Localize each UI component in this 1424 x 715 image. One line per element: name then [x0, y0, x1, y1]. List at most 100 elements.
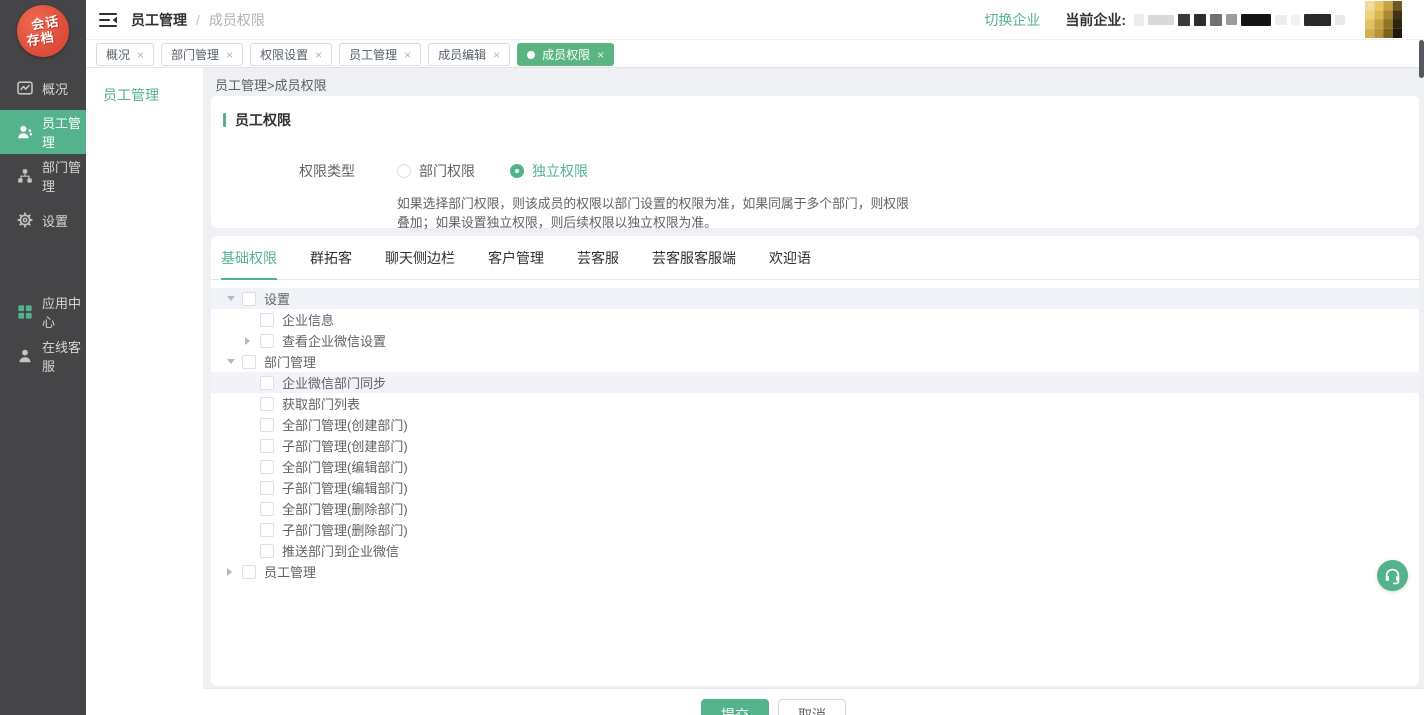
tree-checkbox[interactable]	[260, 313, 274, 327]
close-icon[interactable]: ×	[226, 49, 233, 61]
tree-row[interactable]: 部门管理	[211, 351, 1419, 372]
sidebar-item-online-support[interactable]: 在线客服	[0, 334, 86, 378]
tree-label: 全部门管理(编辑部门)	[282, 457, 408, 476]
tree-checkbox[interactable]	[260, 481, 274, 495]
help-line1: 如果选择部门权限，则该成员的权限以部门设置的权限为准，如果同属于多个部门，则权限	[397, 194, 1419, 213]
tree-label: 子部门管理(创建部门)	[282, 436, 408, 455]
tree-row[interactable]: 全部门管理(删除部门)	[211, 498, 1419, 519]
tree-row[interactable]: 全部门管理(创建部门)	[211, 414, 1419, 435]
secondary-sidebar-item-staff-management[interactable]: 员工管理	[86, 68, 203, 105]
permission-help-text: 如果选择部门权限，则该成员的权限以部门设置的权限为准，如果同属于多个部门，则权限…	[397, 194, 1419, 232]
tab-chip-department-management[interactable]: 部门管理×	[161, 43, 243, 66]
radio-label: 部门权限	[419, 161, 475, 181]
sidebar-item-staff-management[interactable]: 员工管理	[0, 110, 86, 154]
tree-label: 全部门管理(删除部门)	[282, 499, 408, 518]
cancel-button[interactable]: 取消	[778, 699, 846, 715]
perm-tab-yun-kefu-client[interactable]: 芸客服客服端	[652, 248, 736, 279]
perm-tab-yun-kefu[interactable]: 芸客服	[577, 248, 619, 279]
permission-type-radio-group: 部门权限 独立权限	[397, 161, 588, 181]
title-accent-bar	[223, 113, 226, 127]
close-icon[interactable]: ×	[404, 49, 411, 61]
radio-department-permission[interactable]: 部门权限	[397, 161, 475, 181]
top-header: 员工管理 / 成员权限 切换企业 当前企业:	[86, 0, 1424, 40]
tab-chip-permission-settings[interactable]: 权限设置×	[250, 43, 332, 66]
close-icon[interactable]: ×	[597, 49, 604, 61]
radio-circle-icon[interactable]	[397, 164, 411, 178]
perm-tab-basic-permission[interactable]: 基础权限	[221, 248, 277, 280]
submit-button[interactable]: 提交	[701, 699, 769, 715]
tab-chip-member-edit[interactable]: 成员编辑×	[428, 43, 510, 66]
dashboard-icon	[17, 80, 33, 96]
tree-checkbox[interactable]	[260, 376, 274, 390]
sidebar-item-department-management[interactable]: 部门管理	[0, 154, 86, 198]
permission-type-row: 权限类型 部门权限独立权限	[211, 161, 1419, 181]
tree-checkbox[interactable]	[260, 439, 274, 453]
tab-chip-label: 概况	[106, 46, 130, 63]
active-tab-dot-icon	[527, 51, 535, 59]
support-icon	[17, 348, 33, 364]
caret-slot	[245, 337, 259, 345]
breadcrumb-parent[interactable]: 员工管理	[131, 10, 187, 30]
collapse-menu-icon[interactable]	[99, 13, 117, 27]
sidebar-item-settings[interactable]: 设置	[0, 198, 86, 242]
sidebar-item-overview[interactable]: 概况	[0, 66, 86, 110]
tree-checkbox[interactable]	[260, 544, 274, 558]
tab-chip-overview[interactable]: 概况 ×	[96, 43, 154, 66]
settings-icon	[17, 212, 33, 228]
tree-row[interactable]: 获取部门列表	[211, 393, 1419, 414]
caret-down-icon[interactable]	[227, 296, 235, 301]
sidebar-item-label: 员工管理	[42, 113, 86, 151]
card-title-row: 员工权限	[211, 96, 1419, 130]
open-tabs-bar: 概况×部门管理×权限设置×员工管理×成员编辑×成员权限×	[86, 40, 1424, 68]
perm-tab-chat-sidebar[interactable]: 聊天侧边栏	[385, 248, 455, 279]
tree-checkbox[interactable]	[260, 523, 274, 537]
card-title: 员工权限	[235, 110, 291, 130]
tree-checkbox[interactable]	[260, 418, 274, 432]
permission-tree: 设置企业信息查看企业微信设置部门管理企业微信部门同步获取部门列表全部门管理(创建…	[211, 280, 1419, 582]
caret-right-icon[interactable]	[227, 568, 232, 576]
close-icon[interactable]: ×	[493, 49, 500, 61]
tree-checkbox[interactable]	[260, 334, 274, 348]
user-avatar[interactable]	[1365, 1, 1402, 38]
tree-checkbox[interactable]	[242, 565, 256, 579]
app-logo[interactable]: 会话 存档	[0, 0, 86, 62]
page: 会话 存档 概况员工管理部门管理设置应用中心在线客服 员工管理 / 成员权限 切…	[0, 0, 1424, 715]
tree-row[interactable]: 企业微信部门同步	[211, 372, 1419, 393]
caret-down-icon[interactable]	[227, 359, 235, 364]
switch-company-link[interactable]: 切换企业	[984, 10, 1040, 30]
tree-row[interactable]: 子部门管理(创建部门)	[211, 435, 1419, 456]
close-icon[interactable]: ×	[137, 49, 144, 61]
tree-row[interactable]: 全部门管理(编辑部门)	[211, 456, 1419, 477]
support-float-button[interactable]	[1377, 560, 1408, 591]
tree-row[interactable]: 子部门管理(编辑部门)	[211, 477, 1419, 498]
perm-tab-welcome-message[interactable]: 欢迎语	[769, 248, 811, 279]
sidebar-item-app-center[interactable]: 应用中心	[0, 290, 86, 334]
tree-checkbox[interactable]	[260, 502, 274, 516]
radio-independent-permission[interactable]: 独立权限	[510, 161, 588, 181]
tab-chip-member-permission[interactable]: 成员权限×	[517, 43, 614, 66]
tree-row[interactable]: 员工管理	[211, 561, 1419, 582]
tree-label: 企业微信部门同步	[282, 373, 386, 392]
redacted-company-name	[1134, 14, 1359, 26]
tab-chip-staff-management[interactable]: 员工管理×	[339, 43, 421, 66]
tree-row[interactable]: 推送部门到企业微信	[211, 540, 1419, 561]
tree-checkbox[interactable]	[260, 460, 274, 474]
caret-right-icon[interactable]	[245, 337, 250, 345]
content-breadcrumb: 员工管理>成员权限	[203, 68, 1424, 96]
tree-label: 子部门管理(删除部门)	[282, 520, 408, 539]
tree-label: 子部门管理(编辑部门)	[282, 478, 408, 497]
radio-circle-icon[interactable]	[510, 164, 524, 178]
tree-checkbox[interactable]	[242, 355, 256, 369]
tree-row[interactable]: 子部门管理(删除部门)	[211, 519, 1419, 540]
perm-tab-group-expansion[interactable]: 群拓客	[310, 248, 352, 279]
close-icon[interactable]: ×	[315, 49, 322, 61]
tree-label: 企业信息	[282, 310, 334, 329]
tree-row[interactable]: 企业信息	[211, 309, 1419, 330]
tree-checkbox[interactable]	[242, 292, 256, 306]
scrollbar-thumb[interactable]	[1419, 40, 1424, 78]
tree-row[interactable]: 设置	[211, 288, 1419, 309]
tree-row[interactable]: 查看企业微信设置	[211, 330, 1419, 351]
perm-tab-customer-management[interactable]: 客户管理	[488, 248, 544, 279]
tree-checkbox[interactable]	[260, 397, 274, 411]
sidebar-item-label: 概况	[42, 79, 68, 98]
